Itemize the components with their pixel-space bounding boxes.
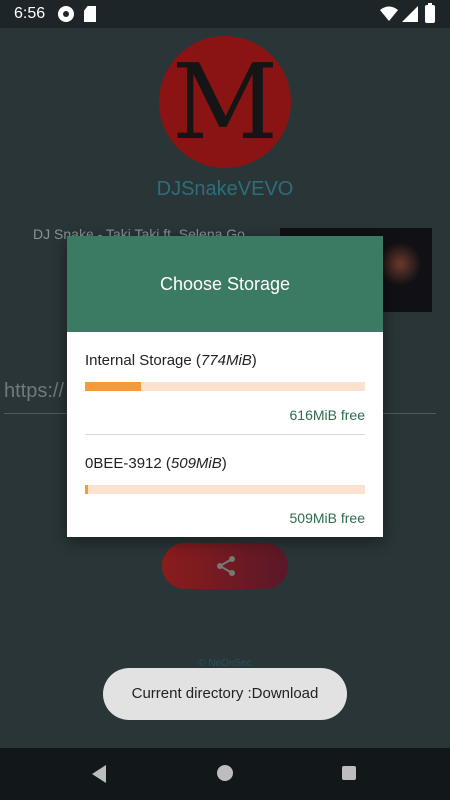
storage-size: 509MiB [170, 455, 222, 472]
share-icon [217, 556, 235, 576]
toast-message: Current directory :Download [103, 668, 347, 720]
share-button[interactable] [162, 543, 288, 589]
storage-free-text: 616MiB free [289, 407, 365, 423]
status-bar: 6:56 [0, 0, 450, 28]
storage-item-sd[interactable]: 0BEE-3912 (509MiB) 509MiB free [85, 455, 365, 526]
back-icon[interactable] [92, 765, 106, 783]
signal-icon [402, 6, 418, 22]
storage-name: Internal Storage (774MiB) [85, 352, 257, 369]
gear-icon [58, 6, 74, 22]
dialog-header: Choose Storage [67, 236, 383, 332]
navigation-bar [0, 748, 450, 800]
storage-item-internal[interactable]: Internal Storage (774MiB) 616MiB free [85, 352, 365, 423]
wifi-icon [380, 6, 398, 21]
recent-apps-icon[interactable] [342, 766, 356, 780]
home-icon[interactable] [217, 765, 233, 781]
channel-logo: M [159, 36, 291, 168]
channel-name: DJSnakeVEVO [156, 178, 294, 200]
choose-storage-dialog: Choose Storage Internal Storage (774MiB)… [67, 236, 383, 537]
logo-letter: M [171, 41, 279, 163]
storage-usage-bar [85, 382, 365, 391]
battery-icon [425, 3, 435, 23]
divider [85, 434, 365, 435]
storage-usage-bar [85, 485, 365, 494]
status-time: 6:56 [14, 5, 46, 22]
sd-card-icon [84, 6, 96, 22]
dialog-title: Choose Storage [159, 274, 291, 294]
storage-name: 0BEE-3912 (509MiB) [85, 455, 227, 472]
storage-size: 774MiB [200, 352, 252, 369]
storage-free-text: 509MiB free [289, 510, 365, 526]
